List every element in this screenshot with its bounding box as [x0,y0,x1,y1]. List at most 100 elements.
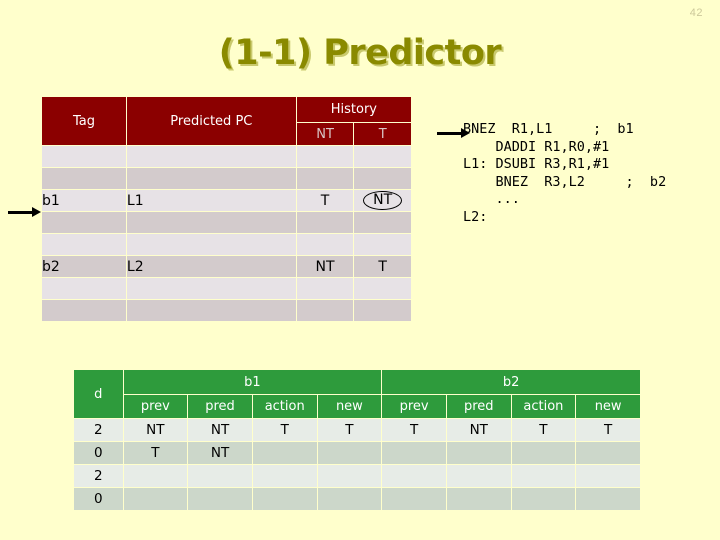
cell-history-nt [296,212,354,233]
cell-b2-new: T [576,419,640,441]
cell-b1-action [252,465,317,487]
cell-history-t [354,300,411,321]
cell-b2-pred [446,488,511,510]
circled-value: NT [363,191,403,210]
cell-b2-pred [446,442,511,464]
cell-b2-new [576,442,640,464]
column-header-history-nt: NT [296,123,354,145]
column-header-b2-pred: pred [446,395,511,418]
cell-predicted-pc [126,278,296,299]
trace-header-row-1: d b1 b2 [74,370,640,418]
predictor-table: Tag Predicted PC History NT T b1 L1 T NT b2 L… [41,96,412,322]
column-header-history: History [296,97,411,122]
predictor-table-body: b1 L1 T NT b2 L2 NT T [42,146,411,321]
arrow-head [32,207,41,217]
group-header-b2: b2 [382,370,640,394]
cell-b2-action [511,488,576,510]
cell-b2-new [576,488,640,510]
trace-table-row: 2 [74,465,640,487]
cell-b1-action [252,488,317,510]
column-header-d: d [74,370,123,418]
predictor-table-row [42,212,411,233]
column-header-b1-pred: pred [188,395,252,418]
cell-b1-pred [188,488,252,510]
column-header-b1-prev: prev [123,395,188,418]
cell-d: 0 [74,488,123,510]
column-header-b2-new: new [576,395,640,418]
cell-b2-prev [382,442,446,464]
predictor-table-row [42,168,411,189]
cell-d: 2 [74,465,123,487]
cell-history-nt: NT [296,256,354,277]
cell-history-nt [296,168,354,189]
trace-table-row: 2 NT NT T T T NT T T [74,419,640,441]
group-header-b1: b1 [123,370,382,394]
arrow-shaft [8,211,34,214]
cell-history-t [354,234,411,255]
column-header-b1-action: action [252,395,317,418]
assembly-code-block: BNEZ R1,L1 ; b1 DADDI R1,R0,#1 L1: DSUBI… [463,121,667,225]
cell-history-nt [296,278,354,299]
cell-b2-action: T [511,419,576,441]
cell-d: 2 [74,419,123,441]
cell-b1-prev: T [123,442,188,464]
predictor-table-row [42,278,411,299]
cell-b1-prev [123,465,188,487]
cell-b1-action: T [252,419,317,441]
predictor-table-row: b1 L1 T NT [42,190,411,211]
cell-predicted-pc [126,212,296,233]
cell-d: 0 [74,442,123,464]
cell-b2-new [576,465,640,487]
column-header-b2-prev: prev [382,395,446,418]
cell-b2-action [511,465,576,487]
cell-predicted-pc [126,234,296,255]
cell-b2-prev: T [382,419,446,441]
trace-table: d b1 b2 prev pred action new prev pred action n… [73,369,641,511]
trace-table-row: 0 T NT [74,442,640,464]
cell-b2-prev [382,465,446,487]
cell-tag [42,300,126,321]
cell-history-nt [296,146,354,167]
predictor-table-head: Tag Predicted PC History NT T [42,97,411,145]
cell-predicted-pc [126,300,296,321]
cell-tag [42,168,126,189]
cell-tag [42,212,126,233]
page-title: (1-1) Predictor [218,33,502,73]
cell-history-t [354,146,411,167]
column-header-b2-action: action [511,395,576,418]
cell-b1-new [317,488,382,510]
trace-table-body: 2 NT NT T T T NT T T 0 T NT 2 0 [74,419,640,510]
cell-tag: b1 [42,190,126,211]
cell-b1-action [252,442,317,464]
predictor-table-row: b2 L2 NT T [42,256,411,277]
cell-tag [42,146,126,167]
cell-b1-new [317,442,382,464]
predictor-header-row-1: Tag Predicted PC History [42,97,411,145]
predictor-table-row [42,300,411,321]
trace-table-head: d b1 b2 prev pred action new prev pred action n… [74,370,640,418]
trace-header-row-2: prev pred action new prev pred action new [74,395,640,418]
cell-history-t [354,212,411,233]
cell-predicted-pc [126,168,296,189]
cell-b1-new: T [317,419,382,441]
column-header-history-t: T [354,123,411,145]
cell-tag [42,278,126,299]
cell-predicted-pc: L2 [126,256,296,277]
column-header-b1-new: new [317,395,382,418]
cell-history-t: NT [354,190,411,211]
cell-b2-prev [382,488,446,510]
cell-b1-pred [188,465,252,487]
cell-predicted-pc: L1 [126,190,296,211]
cell-b1-pred: NT [188,442,252,464]
trace-table-row: 0 [74,488,640,510]
cell-history-nt [296,234,354,255]
cell-predicted-pc [126,146,296,167]
page-number: 42 [689,7,703,19]
cell-b2-pred [446,465,511,487]
cell-b1-new [317,465,382,487]
column-header-predicted-pc: Predicted PC [126,97,296,145]
cell-b2-action [511,442,576,464]
cell-b2-pred: NT [446,419,511,441]
cell-history-nt [296,300,354,321]
column-header-tag: Tag [42,97,126,145]
